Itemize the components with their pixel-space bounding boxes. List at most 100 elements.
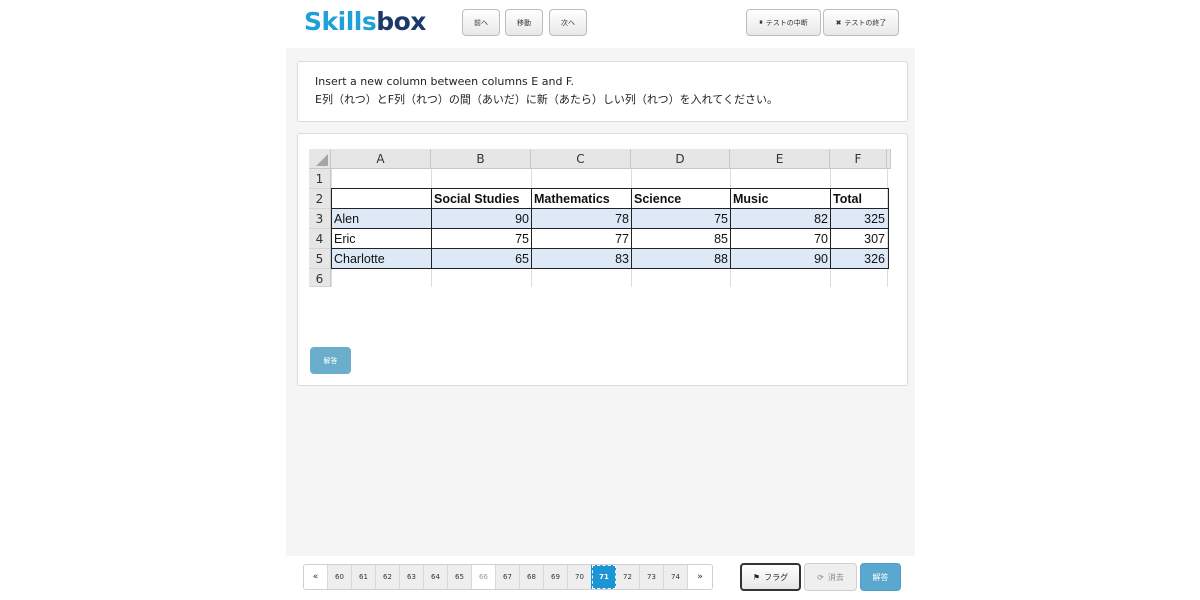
pager-page-60[interactable]: 60: [328, 565, 352, 589]
cell[interactable]: [332, 169, 432, 189]
cell-f5[interactable]: 326: [831, 249, 888, 269]
answer-button[interactable]: 解答: [310, 347, 351, 374]
end-test-label: テストの終了: [844, 18, 887, 27]
question-box: Insert a new column between columns E an…: [297, 61, 908, 122]
cell-grid[interactable]: Social Studies Mathematics Science Music…: [331, 169, 891, 287]
end-test-button[interactable]: ✖ テストの終了: [823, 9, 899, 36]
pager-page-64[interactable]: 64: [424, 565, 448, 589]
table-border: [730, 188, 731, 269]
cell-b2[interactable]: Social Studies: [432, 189, 532, 209]
cell-c5[interactable]: 83: [532, 249, 632, 269]
cell[interactable]: [632, 269, 731, 287]
pager-page-72[interactable]: 72: [616, 565, 640, 589]
cell-e3[interactable]: 82: [731, 209, 831, 229]
column-header-b[interactable]: B: [431, 149, 531, 169]
question-pager: « 60 61 62 63 64 65 66 67 68 69 70 71 72…: [303, 564, 713, 590]
pager-page-65[interactable]: 65: [448, 565, 472, 589]
prev-button-label: 前へ: [474, 18, 488, 27]
corner-triangle-icon: [316, 154, 328, 166]
close-icon: ✖: [835, 18, 842, 27]
table-row: Charlotte 65 83 88 90 326: [332, 249, 889, 269]
column-header-c[interactable]: C: [531, 149, 631, 169]
table-border: [830, 188, 831, 269]
cell[interactable]: [632, 169, 731, 189]
pager-first-button[interactable]: «: [304, 565, 328, 589]
cell-f2[interactable]: Total: [831, 189, 888, 209]
flag-button[interactable]: ⚑ フラグ: [740, 563, 801, 591]
pager-page-63[interactable]: 63: [400, 565, 424, 589]
cell[interactable]: [532, 269, 632, 287]
cell[interactable]: [532, 169, 632, 189]
column-header-e[interactable]: E: [730, 149, 830, 169]
spreadsheet[interactable]: A B C D E F 1 2 3 4 5 6 Social Studies M…: [309, 149, 891, 287]
table-border: [888, 188, 889, 269]
next-button[interactable]: 次へ: [549, 9, 587, 36]
cell[interactable]: [731, 269, 831, 287]
column-header-d[interactable]: D: [631, 149, 730, 169]
pause-icon: ⏸: [759, 18, 763, 26]
pager-page-73[interactable]: 73: [640, 565, 664, 589]
row-header-6[interactable]: 6: [309, 269, 331, 287]
pager-page-62[interactable]: 62: [376, 565, 400, 589]
cell[interactable]: [432, 169, 532, 189]
cell-c3[interactable]: 78: [532, 209, 632, 229]
submit-answer-label: 解答: [872, 572, 889, 582]
cell-d4[interactable]: 85: [632, 229, 731, 249]
question-text-ja: E列（れつ）とF列（れつ）の間（あいだ）に新（あたら）しい列（れつ）を入れてくだ…: [315, 93, 778, 106]
cell-a4[interactable]: Eric: [332, 229, 432, 249]
pager-page-68[interactable]: 68: [520, 565, 544, 589]
cell-c2[interactable]: Mathematics: [532, 189, 632, 209]
cell-d3[interactable]: 75: [632, 209, 731, 229]
pager-page-69[interactable]: 69: [544, 565, 568, 589]
cell-b5[interactable]: 65: [432, 249, 532, 269]
cell-c4[interactable]: 77: [532, 229, 632, 249]
refresh-icon: ⟳: [817, 572, 824, 582]
pager-page-74[interactable]: 74: [664, 565, 688, 589]
column-header-f[interactable]: F: [830, 149, 887, 169]
cell-a2[interactable]: [332, 189, 432, 209]
table-border: [531, 188, 532, 269]
pause-test-button[interactable]: ⏸ テストの中断: [746, 9, 821, 36]
row-header-1[interactable]: 1: [309, 169, 331, 189]
select-all-corner[interactable]: [309, 149, 331, 169]
pager-page-61[interactable]: 61: [352, 565, 376, 589]
cell-e2[interactable]: Music: [731, 189, 831, 209]
clear-button[interactable]: ⟳ 消去: [804, 563, 857, 591]
cell[interactable]: [332, 269, 432, 287]
cell[interactable]: [831, 269, 888, 287]
column-header-a[interactable]: A: [331, 149, 431, 169]
cell-b3[interactable]: 90: [432, 209, 532, 229]
cell-d5[interactable]: 88: [632, 249, 731, 269]
cell[interactable]: [432, 269, 532, 287]
next-button-label: 次へ: [561, 18, 575, 27]
cell-e4[interactable]: 70: [731, 229, 831, 249]
move-button[interactable]: 移動: [505, 9, 543, 36]
cell-f4[interactable]: 307: [831, 229, 888, 249]
table-border: [332, 268, 889, 269]
cell-b4[interactable]: 75: [432, 229, 532, 249]
submit-answer-button[interactable]: 解答: [860, 563, 901, 591]
pager-page-66[interactable]: 66: [472, 565, 496, 589]
row-header-2[interactable]: 2: [309, 189, 331, 209]
pager-page-70[interactable]: 70: [568, 565, 592, 589]
column-header-overflow: [887, 149, 891, 169]
table-border: [332, 208, 889, 209]
row-header-4[interactable]: 4: [309, 229, 331, 249]
cell-a3[interactable]: Alen: [332, 209, 432, 229]
table-border: [431, 188, 432, 269]
cell-a5[interactable]: Charlotte: [332, 249, 432, 269]
cell-d2[interactable]: Science: [632, 189, 731, 209]
move-button-label: 移動: [517, 18, 531, 27]
cell[interactable]: [831, 169, 888, 189]
pager-page-71-current[interactable]: 71: [591, 565, 617, 589]
table-row: [332, 169, 889, 189]
table-row: Eric 75 77 85 70 307: [332, 229, 889, 249]
row-header-3[interactable]: 3: [309, 209, 331, 229]
cell[interactable]: [731, 169, 831, 189]
cell-f3[interactable]: 325: [831, 209, 888, 229]
prev-button[interactable]: 前へ: [462, 9, 500, 36]
pager-last-button[interactable]: »: [688, 565, 712, 589]
cell-e5[interactable]: 90: [731, 249, 831, 269]
row-header-5[interactable]: 5: [309, 249, 331, 269]
pager-page-67[interactable]: 67: [496, 565, 520, 589]
